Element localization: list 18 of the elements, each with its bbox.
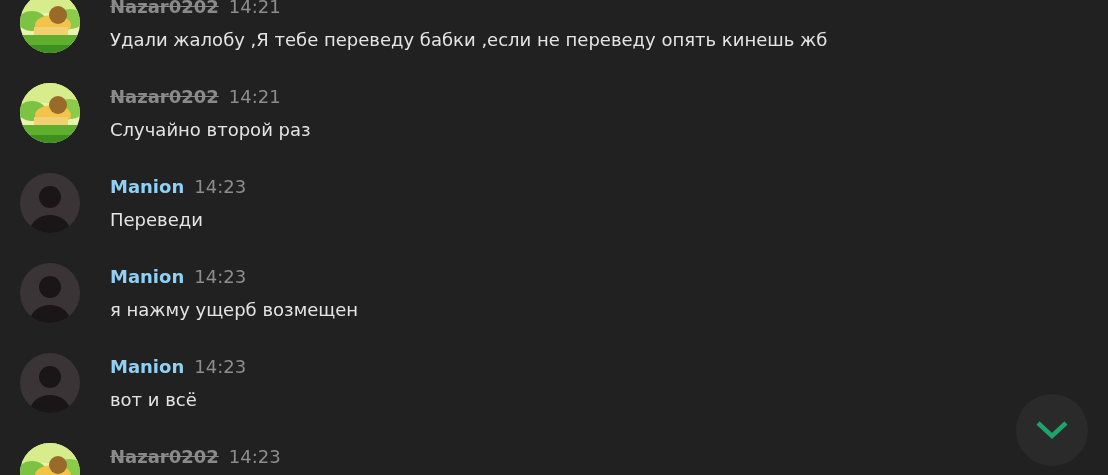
message-time: 14:23	[194, 176, 247, 197]
message-text: вот и всё	[110, 389, 198, 410]
message-time: 14:23	[228, 446, 281, 467]
author-name[interactable]: Nazar0202	[110, 86, 219, 107]
message-time: 14:21	[228, 86, 281, 107]
chevron-down-icon	[1035, 420, 1069, 440]
author-name[interactable]: Manion	[110, 356, 185, 377]
message-text: Переведи	[110, 209, 204, 230]
message-time: 14:23	[194, 356, 247, 377]
message-time: 14:23	[194, 266, 247, 287]
author-name[interactable]: Manion	[110, 266, 185, 287]
message-time: 14:21	[228, 0, 281, 17]
message-text: я нажму ущерб возмещен	[110, 299, 359, 320]
author-name[interactable]: Manion	[110, 176, 185, 197]
author-name[interactable]: Nazar0202	[110, 0, 219, 17]
message-text: Удали жалобу ,Я тебе переведу бабки ,если не переведу опять кинешь жб	[110, 29, 828, 50]
message-text: Случайно второй раз	[110, 119, 311, 140]
author-name[interactable]: Nazar0202	[110, 446, 219, 467]
